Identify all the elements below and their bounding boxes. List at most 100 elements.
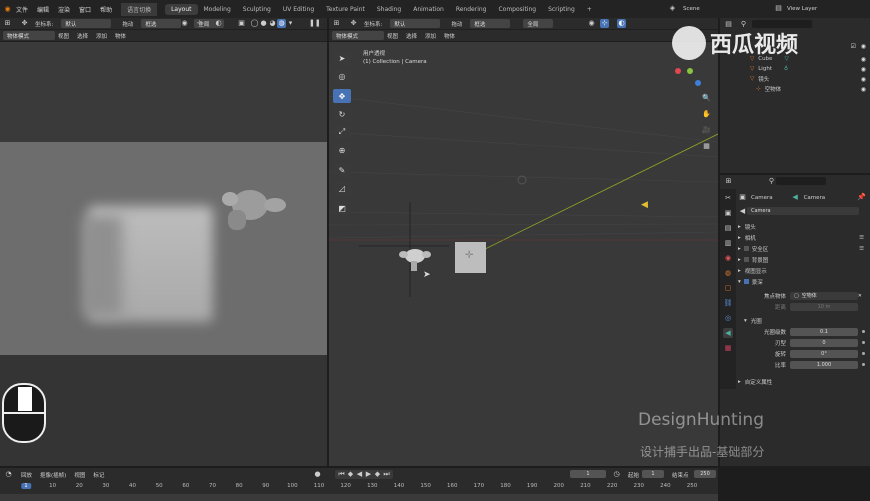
view-layer-tab-icon[interactable]: ▥ (723, 238, 733, 248)
focus-object-field[interactable]: ▢ 空物体 ✕ (790, 291, 862, 300)
overlay-icon[interactable]: ◐ (617, 19, 626, 28)
constraints-tab-icon[interactable]: ⛓ (723, 298, 733, 308)
next-keyframe-icon[interactable]: ◆ (373, 470, 382, 479)
mode-dropdown[interactable]: 物体模式 (3, 31, 55, 40)
menu-object[interactable]: 物体 (115, 32, 126, 40)
timeline-editor-icon[interactable]: ◔ (4, 470, 13, 479)
menu-render[interactable]: 渲染 (58, 5, 70, 14)
orientation-dropdown[interactable]: 默认 (390, 19, 441, 28)
gizmo-icon[interactable]: ⊹ (195, 19, 204, 28)
properties-editor-icon[interactable]: ⊞ (724, 177, 733, 186)
keyframe-dot-icon[interactable] (862, 341, 865, 344)
transform-tool-button[interactable]: ⊕ (333, 143, 351, 157)
aperture-subpanel-header[interactable]: ▾ 光圈 (738, 315, 868, 326)
record-icon[interactable]: ● (313, 470, 322, 479)
tab-shading[interactable]: Shading (371, 4, 407, 15)
pause-icon[interactable]: ❚❚ (309, 19, 321, 28)
tab-uv-editing[interactable]: UV Editing (277, 4, 320, 15)
menu-playback[interactable]: 回放 (21, 471, 32, 479)
menu-add[interactable]: 添加 (96, 32, 107, 40)
jump-start-icon[interactable]: ⏮ (337, 470, 346, 479)
collection-checkbox-icon[interactable]: ☑ (851, 43, 856, 50)
section-safe-areas[interactable]: ▸ 安全区 ☰ (738, 243, 868, 254)
select-tool-button[interactable]: ➤ (333, 51, 351, 65)
clear-icon[interactable]: ✕ (858, 293, 862, 299)
eye-icon[interactable]: ◉ (861, 76, 866, 83)
measure-tool-button[interactable]: ◿ (333, 181, 351, 195)
pivot-dropdown[interactable]: 全局 (523, 19, 554, 28)
eye-icon[interactable]: ◉ (861, 56, 866, 63)
annotate-tool-button[interactable]: ✎ (333, 163, 351, 177)
ratio-field[interactable]: 1.000 (790, 360, 858, 369)
play-icon[interactable]: ▶ (364, 470, 373, 479)
world-tab-icon[interactable]: ◍ (723, 268, 733, 278)
camera-view-icon[interactable]: 🎥 (702, 126, 711, 135)
prev-keyframe-icon[interactable]: ◆ (346, 470, 355, 479)
section-viewport-display[interactable]: ▸ 视图显示 (738, 265, 868, 276)
x-axis-icon[interactable] (675, 68, 681, 74)
menu-object[interactable]: 物体 (444, 32, 455, 40)
empty-object-cube[interactable]: ✛ (455, 242, 486, 273)
cursor-tool-button[interactable]: ◎ (333, 69, 351, 83)
section-checkbox[interactable] (743, 246, 749, 251)
rotation-field[interactable]: 0° (790, 349, 858, 358)
add-cube-tool-button[interactable]: ◩ (333, 201, 351, 215)
datablock-field[interactable]: Camera (747, 207, 859, 215)
section-checkbox[interactable] (743, 257, 749, 262)
menu-view[interactable]: 视图 (74, 471, 85, 479)
jump-end-icon[interactable]: ⏭ (382, 470, 391, 479)
tab-texture-paint[interactable]: Texture Paint (320, 4, 371, 15)
section-custom-properties[interactable]: ▸ 自定义属性 (738, 376, 868, 387)
object-tab-icon[interactable]: ▢ (723, 283, 733, 293)
tab-compositing[interactable]: Compositing (492, 4, 542, 15)
menu-help[interactable]: 帮助 (100, 5, 112, 14)
transform-icon[interactable]: ✥ (349, 19, 358, 28)
start-frame-field[interactable]: 1 (642, 470, 664, 478)
visibility-icon[interactable]: ◉ (587, 19, 596, 28)
properties-search-icon[interactable]: ⚲ (767, 177, 776, 186)
menu-window[interactable]: 窗口 (79, 5, 91, 14)
menu-select[interactable]: 选择 (406, 32, 417, 40)
solid-shading-icon[interactable]: ● (259, 19, 268, 28)
keyframe-dot-icon[interactable] (862, 330, 865, 333)
timeline-track[interactable] (0, 494, 718, 501)
add-workspace-button[interactable]: + (581, 4, 598, 15)
xray-icon[interactable]: ▣ (237, 19, 246, 28)
mode-dropdown[interactable]: 物体模式 (332, 31, 384, 40)
scene-tab-icon[interactable]: ◉ (723, 253, 733, 263)
physics-tab-icon[interactable]: ◎ (723, 313, 733, 323)
current-frame-marker[interactable]: 1 (21, 483, 31, 489)
tab-scripting[interactable]: Scripting (542, 4, 581, 15)
pan-hand-icon[interactable]: ✋ (702, 110, 711, 119)
left-viewport[interactable]: ⊞ ✥ 坐标系: 默认 拖动 框选 全局 物体模式 视图 选择 添加 物体 ◉ … (0, 18, 327, 466)
move-tool-button[interactable]: ✥ (333, 89, 351, 103)
menu-select[interactable]: 选择 (77, 32, 88, 40)
camera-data-tab-icon[interactable]: ◀ (723, 328, 733, 338)
tab-sculpting[interactable]: Sculpting (237, 4, 277, 15)
eye-icon[interactable]: ◉ (861, 66, 866, 73)
y-axis-icon[interactable] (687, 68, 693, 74)
menu-add[interactable]: 添加 (425, 32, 436, 40)
main-viewport[interactable]: ⊞ ✥ 坐标系: 默认 拖动 框选 全局 物体模式 视图 选择 添加 物体 ◉ … (329, 18, 718, 466)
grid-view-icon[interactable]: ▦ (702, 142, 711, 151)
menu-marker[interactable]: 标记 (93, 471, 104, 479)
menu-file[interactable]: 文件 (16, 5, 28, 14)
section-camera[interactable]: ▸ 相机 ☰ (738, 232, 868, 243)
tab-animation[interactable]: Animation (407, 4, 450, 15)
menu-view[interactable]: 视图 (58, 32, 69, 40)
camera-object-icon[interactable]: ◀ (641, 200, 648, 210)
section-background-images[interactable]: ▸ 背景图 (738, 254, 868, 265)
outliner-row-camera[interactable]: ▽ 镜头 ◉ (720, 74, 870, 84)
menu-view[interactable]: 视图 (387, 32, 398, 40)
editor-type-icon[interactable]: ⊞ (332, 19, 341, 28)
zoom-icon[interactable]: 🔍 (702, 94, 711, 103)
render-tab-icon[interactable]: ▣ (723, 208, 733, 218)
outliner-row-light[interactable]: ▽ Light ♁ ◉ (720, 64, 870, 74)
play-reverse-icon[interactable]: ◀ (355, 470, 364, 479)
properties-search-input[interactable] (776, 177, 826, 185)
dof-checkbox-checked[interactable] (743, 279, 749, 284)
collection-eye-icon[interactable]: ◉ (861, 43, 866, 50)
gizmo-icon[interactable]: ⊹ (600, 19, 609, 28)
visibility-icon[interactable]: ◉ (180, 19, 189, 28)
rendered-shading-icon[interactable]: ◍ (277, 19, 286, 28)
